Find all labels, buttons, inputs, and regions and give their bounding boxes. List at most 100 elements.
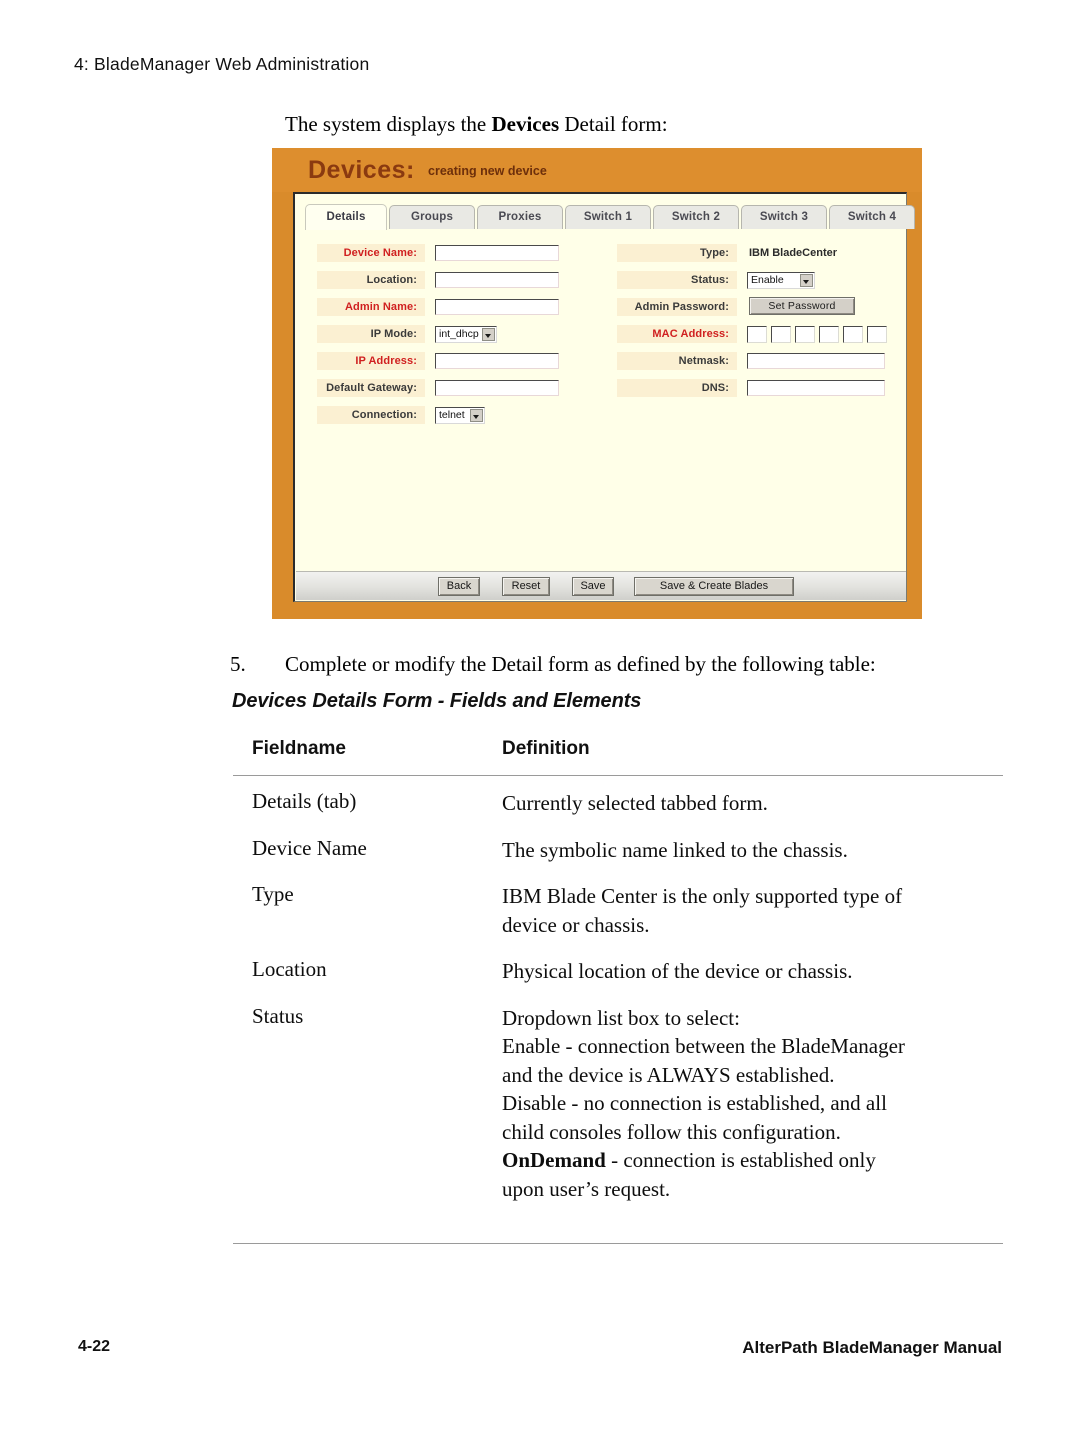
table-cell-definition: Currently selected tabbed form. — [502, 789, 1002, 818]
table-header-definition: Definition — [502, 738, 590, 759]
select-value-connection: telnet — [439, 409, 465, 421]
set-password-button[interactable]: Set Password — [749, 297, 855, 315]
table-cell-fieldname: Type — [252, 882, 294, 906]
definition-line: The symbolic name linked to the chassis. — [502, 836, 1002, 865]
intro-text-after: Detail form: — [559, 112, 668, 136]
field-label-default-gateway: Default Gateway: — [317, 379, 425, 397]
field-input-ip-address[interactable] — [435, 353, 559, 369]
chevron-down-icon[interactable] — [482, 328, 495, 341]
definition-text: - connection is established only — [605, 1148, 876, 1172]
field-input-dns[interactable] — [747, 380, 885, 396]
table-cell-fieldname: Location — [252, 957, 327, 981]
field-select-status[interactable]: Enable — [747, 272, 815, 289]
definition-text: The symbolic name linked to the chassis. — [502, 837, 848, 862]
mac-address-octet-4[interactable] — [819, 326, 839, 343]
field-label-location: Location: — [317, 271, 425, 289]
table-cell-fieldname: Device Name — [252, 835, 367, 860]
field-label-admin-password: Admin Password: — [617, 298, 737, 316]
step-number: 5. — [230, 652, 246, 676]
mac-address-octet-5[interactable] — [843, 326, 863, 343]
definition-text: device or chassis. — [502, 912, 650, 937]
field-label-status: Status: — [617, 271, 737, 289]
form-button-bar: Back Reset Save Save & Create Blades — [296, 571, 906, 600]
table-header-fieldname: Fieldname — [252, 738, 346, 759]
definition-line: IBM Blade Center is the only supported t… — [502, 882, 1002, 911]
field-value-type: IBM BladeCenter — [749, 247, 838, 259]
definition-text: and the device is ALWAYS established. — [502, 1062, 835, 1087]
definition-text: Dropdown list box to select: — [502, 1005, 740, 1030]
definition-line: Currently selected tabbed form. — [502, 789, 1002, 818]
mac-address-octet-6[interactable] — [867, 326, 887, 343]
tab-bar: Details Groups Proxies Switch 1 Switch 2 Swit… — [295, 204, 915, 230]
definition-line: and the device is ALWAYS established. — [502, 1061, 1002, 1090]
field-input-location[interactable] — [435, 272, 559, 288]
definition-line: Dropdown list box to select: — [502, 1004, 1002, 1033]
devices-detail-screenshot: Devices: creating new device Details Grou… — [272, 148, 922, 619]
chevron-down-icon[interactable] — [800, 274, 813, 287]
table-cell-definition: Physical location of the device or chass… — [502, 957, 1002, 986]
button-save-create-blades[interactable]: Save & Create Blades — [634, 577, 794, 596]
definition-text: Currently selected tabbed form. — [502, 791, 768, 815]
tab-switch-1[interactable]: Switch 1 — [565, 205, 651, 229]
field-label-ip-address: IP Address: — [317, 352, 425, 370]
table-rule-top — [233, 775, 1003, 776]
intro-text-bold: Devices — [491, 112, 560, 136]
definition-text: Physical location of the device or chass… — [502, 959, 853, 983]
definition-line: OnDemand - connection is established onl… — [502, 1146, 1002, 1175]
definition-text: IBM Blade Center is the only supported t… — [502, 884, 903, 908]
field-label-dns: DNS: — [617, 379, 737, 397]
screenshot-header-bar: Devices: creating new device — [272, 148, 922, 192]
definition-emphasis: OnDemand — [502, 1148, 606, 1172]
footer-page-number: 4-22 — [78, 1338, 111, 1355]
definition-line: Enable - connection between the BladeMan… — [502, 1032, 1002, 1061]
field-input-device-name[interactable] — [435, 245, 559, 261]
tab-groups[interactable]: Groups — [389, 205, 475, 229]
running-head: 4: BladeManager Web Administration — [74, 54, 370, 74]
intro-paragraph: The system displays the Devices Detail f… — [285, 112, 668, 137]
table-cell-definition: Dropdown list box to select: Enable - con… — [502, 1004, 1002, 1204]
definition-text: upon user’s request. — [502, 1176, 671, 1201]
button-save[interactable]: Save — [572, 577, 614, 596]
button-reset[interactable]: Reset — [502, 577, 550, 596]
mac-address-octet-1[interactable] — [747, 326, 767, 343]
table-cell-definition: The symbolic name linked to the chassis. — [502, 836, 1002, 865]
field-label-mac-address: MAC Address: — [617, 325, 737, 343]
tab-proxies[interactable]: Proxies — [477, 205, 563, 229]
select-value-status: Enable — [751, 274, 784, 286]
chevron-down-icon[interactable] — [470, 409, 483, 422]
field-label-type: Type: — [617, 244, 737, 262]
field-input-netmask[interactable] — [747, 353, 885, 369]
field-label-device-name: Device Name: — [317, 244, 425, 262]
mac-address-octet-2[interactable] — [771, 326, 791, 343]
field-select-ip-mode[interactable]: int_dhcp — [435, 326, 497, 343]
definition-line: Physical location of the device or chass… — [502, 957, 1002, 986]
tab-details[interactable]: Details — [305, 204, 387, 230]
table-cell-definition: IBM Blade Center is the only supported t… — [502, 882, 1002, 939]
field-label-admin-name: Admin Name: — [317, 298, 425, 316]
tab-switch-2[interactable]: Switch 2 — [653, 205, 739, 229]
definition-line: Disable - no connection is established, … — [502, 1089, 1002, 1118]
screenshot-title: Devices: — [308, 156, 415, 184]
screenshot-panel: Details Groups Proxies Switch 1 Switch 2 Swit… — [293, 192, 915, 602]
tab-switch-3[interactable]: Switch 3 — [741, 205, 827, 229]
definition-text: Disable - no connection is established, … — [502, 1091, 887, 1115]
definition-text: child consoles follow this configuration… — [502, 1119, 841, 1144]
field-input-default-gateway[interactable] — [435, 380, 559, 396]
step-text: Complete or modify the Detail form as de… — [285, 652, 876, 676]
field-input-admin-name[interactable] — [435, 299, 559, 315]
field-label-ip-mode: IP Mode: — [317, 325, 425, 343]
field-label-connection: Connection: — [317, 406, 425, 424]
button-back[interactable]: Back — [438, 577, 480, 596]
table-cell-fieldname: Details (tab) — [252, 789, 357, 813]
tab-switch-4[interactable]: Switch 4 — [829, 205, 915, 229]
field-label-netmask: Netmask: — [617, 352, 737, 370]
footer-manual-title: AlterPath BladeManager Manual — [742, 1338, 1002, 1357]
table-cell-fieldname: Status — [252, 1003, 304, 1028]
field-select-connection[interactable]: telnet — [435, 407, 485, 424]
definition-line: child consoles follow this configuration… — [502, 1118, 1002, 1147]
mac-address-octet-3[interactable] — [795, 326, 815, 343]
definition-line: upon user’s request. — [502, 1175, 1002, 1204]
intro-text-before: The system displays the — [285, 112, 492, 136]
definition-line: device or chassis. — [502, 911, 1002, 940]
definition-text: Enable - connection between the BladeMan… — [502, 1034, 905, 1058]
